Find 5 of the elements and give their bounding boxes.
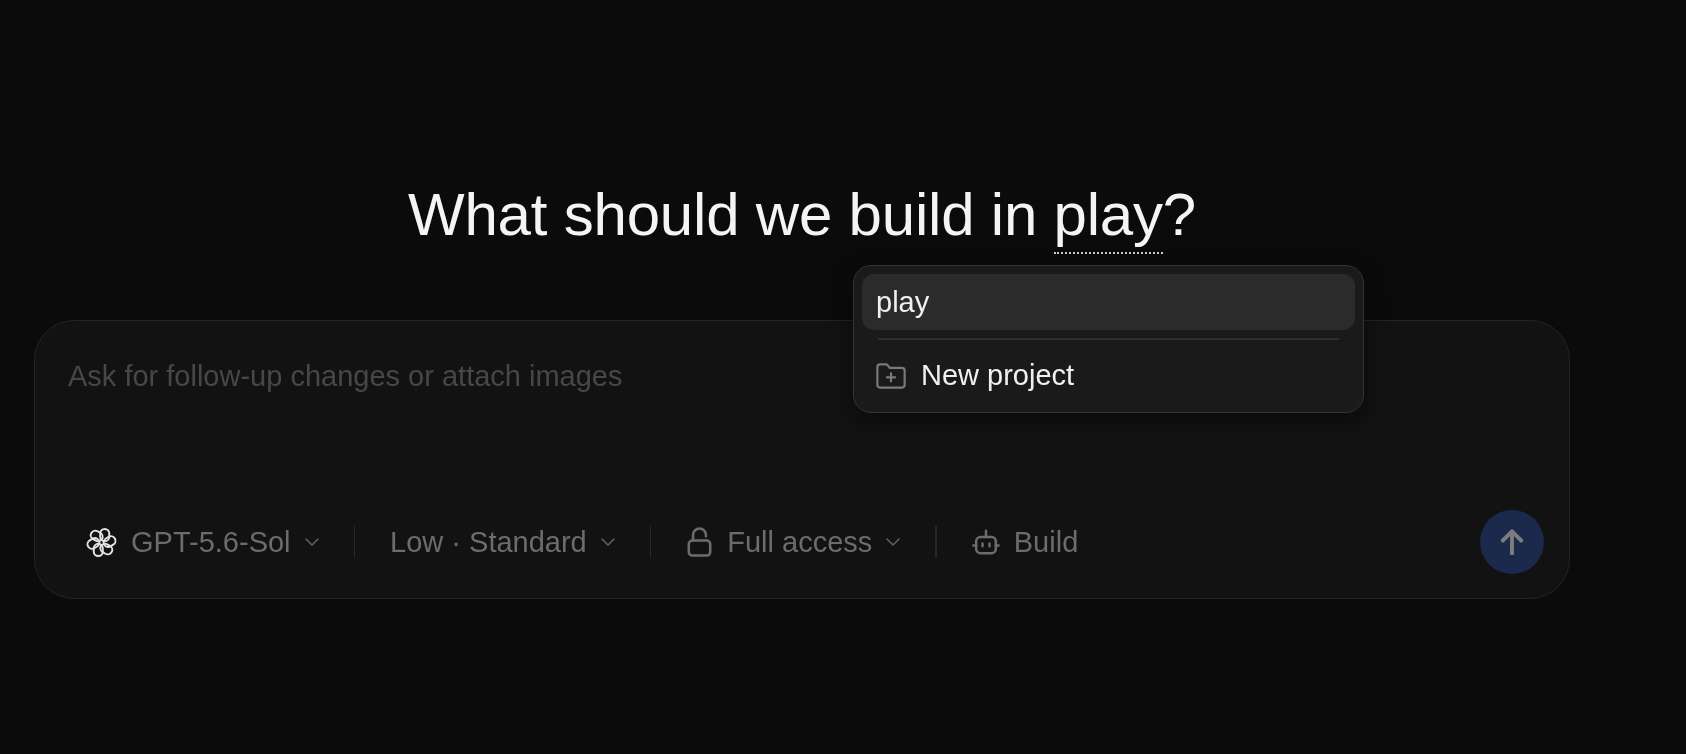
- menu-item-label: New project: [921, 359, 1075, 392]
- heading: What should we build in play?: [408, 179, 1196, 251]
- button-label: Build: [1013, 525, 1079, 559]
- button-label: Full access: [727, 525, 873, 559]
- button-label: GPT-5.6-Sol: [131, 525, 291, 559]
